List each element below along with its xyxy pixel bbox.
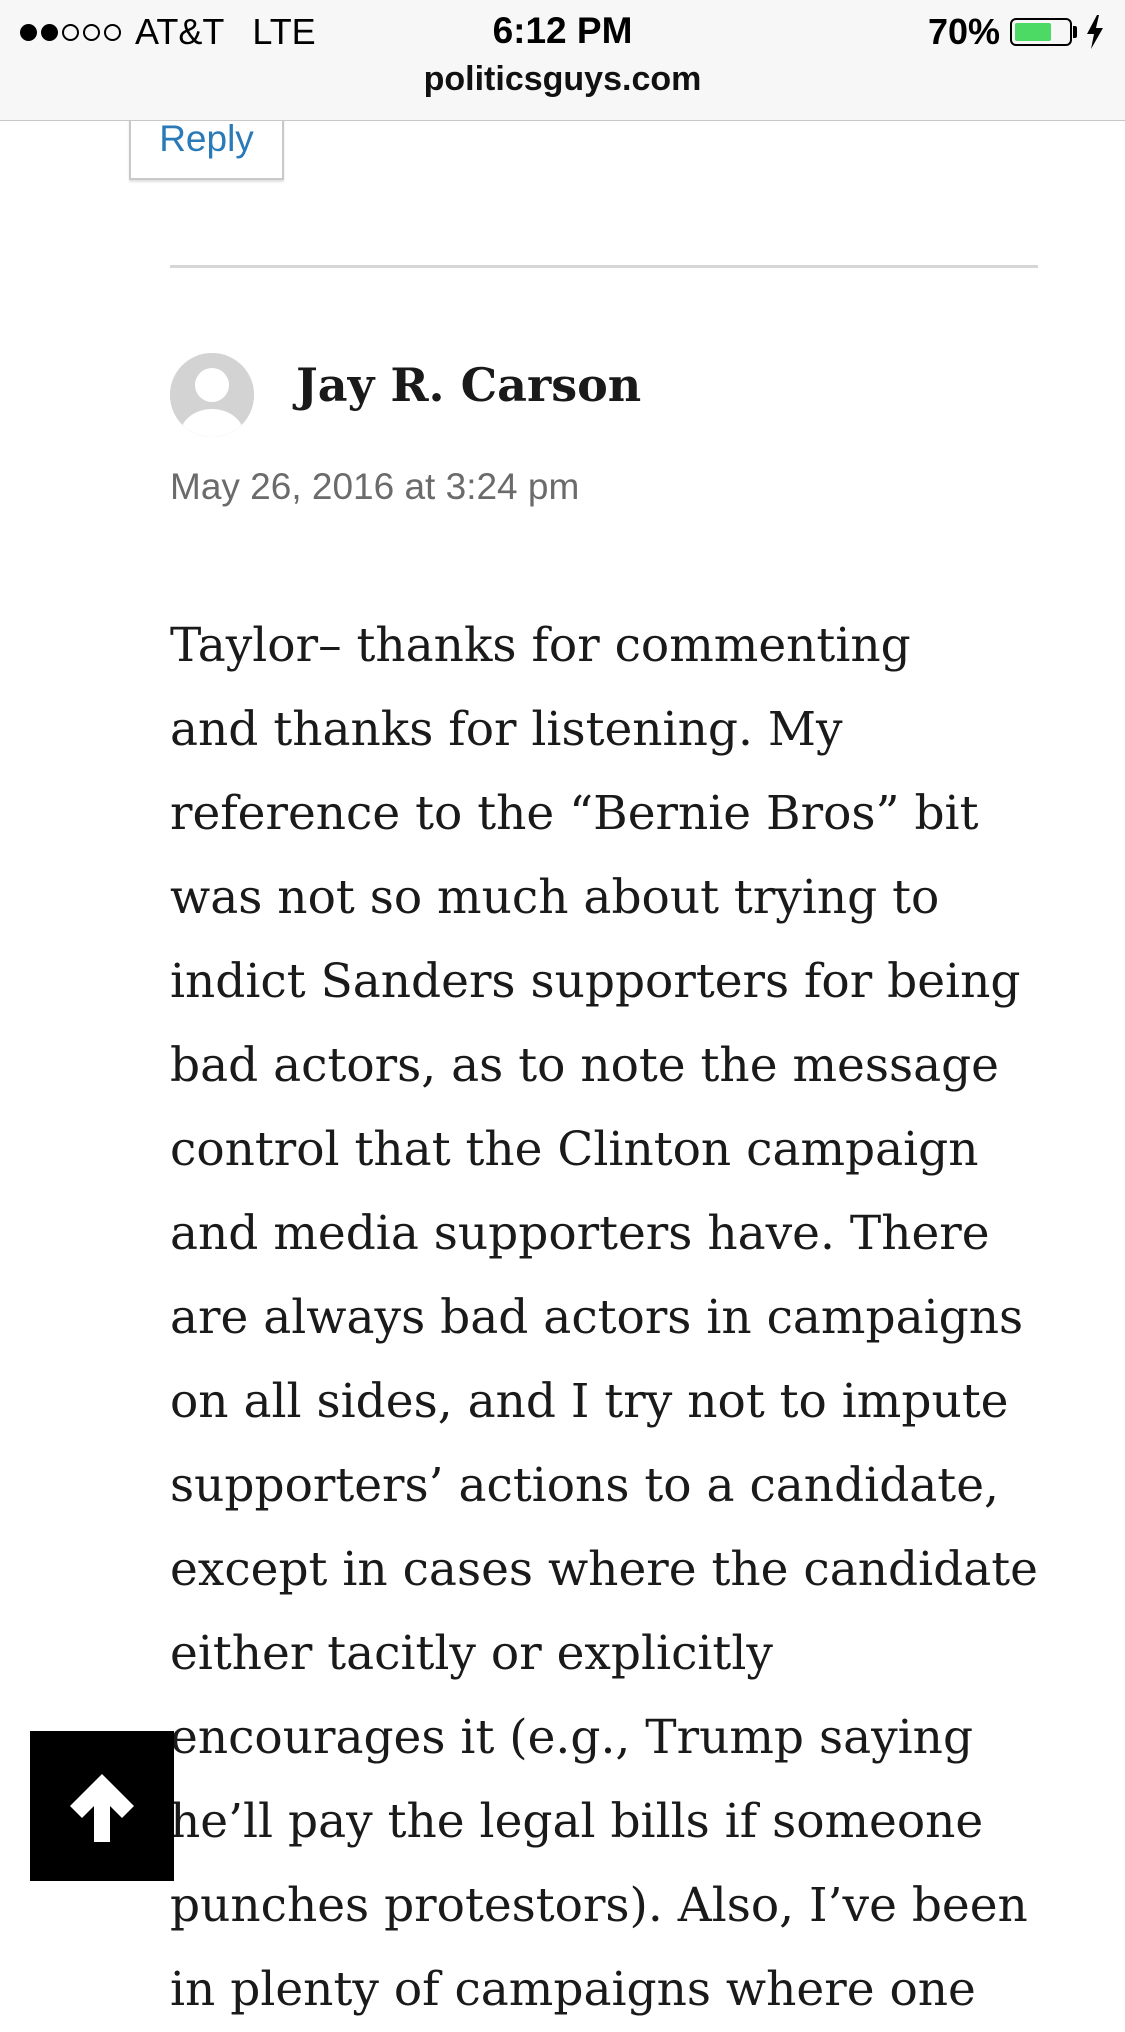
comment-line: bad actors, as to note the message xyxy=(170,1038,999,1093)
comment-line: reference to the “Bernie Bros” bit xyxy=(170,786,979,841)
battery-level-fill xyxy=(1015,23,1052,41)
scroll-to-top-button[interactable] xyxy=(30,1731,174,1881)
comment-line: he’ll pay the legal bills if someone xyxy=(170,1794,984,1849)
comment-line: on all sides, and I try not to impute xyxy=(170,1374,1009,1429)
comment-line: and thanks for listening. My xyxy=(170,702,843,757)
comment-line: either tacitly or explicitly xyxy=(170,1626,773,1681)
default-avatar-icon xyxy=(170,353,254,437)
comment-body: Taylor– thanks for commenting and thanks… xyxy=(170,604,1070,2032)
comment-line: punches protestors). Also, I’ve been xyxy=(170,1878,1028,1933)
comment-line: except in cases where the candidate xyxy=(170,1542,1038,1597)
comment-author[interactable]: Jay R. Carson xyxy=(296,358,641,412)
status-bar: AT&T LTE 6:12 PM 70% politicsguys.com xyxy=(0,0,1125,121)
comment-line: and media supporters have. There xyxy=(170,1206,990,1261)
battery-percent: 70% xyxy=(927,11,1000,52)
comment-line: was not so much about trying to xyxy=(170,870,940,925)
status-right: 70% xyxy=(928,10,1105,54)
comment-line: supporters’ actions to a candidate, xyxy=(170,1458,999,1513)
bolt-icon xyxy=(1087,15,1103,49)
comment-line: Taylor– thanks for commenting xyxy=(170,618,911,673)
comment-line: are always bad actors in campaigns xyxy=(170,1290,1024,1345)
battery-nub xyxy=(1073,26,1077,38)
comment-date[interactable]: May 26, 2016 at 3:24 pm xyxy=(170,466,579,508)
address-bar-url[interactable]: politicsguys.com xyxy=(0,60,1125,99)
comment-line: control that the Clinton campaign xyxy=(170,1122,979,1177)
comment-line: indict Sanders supporters for being xyxy=(170,954,1021,1009)
comment-divider xyxy=(170,265,1038,268)
comment-line: encourages it (e.g., Trump saying xyxy=(170,1710,974,1765)
arrow-up-icon xyxy=(70,1774,134,1842)
battery-icon xyxy=(1010,18,1072,46)
comment-line: in plenty of campaigns where one xyxy=(170,1962,976,2017)
